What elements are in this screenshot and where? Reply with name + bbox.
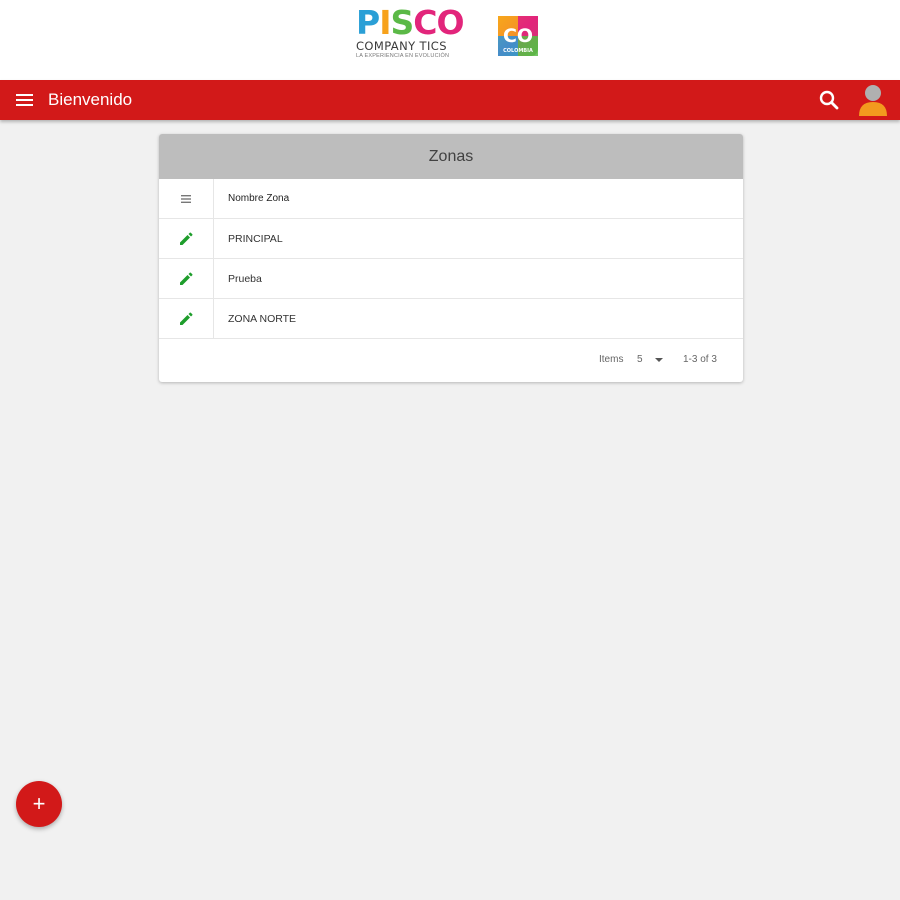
badge-caption: COLOMBIA xyxy=(503,48,533,54)
colombia-badge-logo: CO COLOMBIA xyxy=(498,16,538,56)
dropdown-arrow-icon xyxy=(655,358,663,362)
items-per-page-select[interactable]: 5 xyxy=(637,351,669,369)
edit-pencil-icon[interactable] xyxy=(176,269,196,289)
company-logo: P I S C O COMPANY TICS LA EXPERIENCIA EN… xyxy=(356,6,476,64)
table-paginator: Items 5 1-3 of 3 xyxy=(159,339,743,380)
pagination-range: 1-3 of 3 xyxy=(683,354,717,365)
app-toolbar: Bienvenido xyxy=(0,80,900,120)
search-icon[interactable] xyxy=(817,88,841,112)
menu-icon[interactable] xyxy=(14,89,36,111)
column-menu-cell xyxy=(159,179,214,219)
user-avatar-icon[interactable] xyxy=(857,82,889,116)
edit-pencil-icon[interactable] xyxy=(176,309,196,329)
logo-tagline: LA EXPERIENCIA EN EVOLUCIÓN xyxy=(356,53,450,59)
table-title: Zonas xyxy=(159,134,743,179)
zone-name-cell: Prueba xyxy=(228,273,262,285)
brand-header: P I S C O COMPANY TICS LA EXPERIENCIA EN… xyxy=(0,0,900,80)
edit-pencil-icon[interactable] xyxy=(176,229,196,249)
zone-name-cell: PRINCIPAL xyxy=(228,233,283,245)
table-header-row: Nombre Zona xyxy=(159,179,743,219)
items-per-page-value: 5 xyxy=(637,354,643,365)
list-icon xyxy=(181,195,191,203)
table-row: Prueba xyxy=(159,259,743,299)
badge-text: CO xyxy=(503,25,533,47)
add-zone-button[interactable]: + xyxy=(16,781,62,827)
table-row: PRINCIPAL xyxy=(159,219,743,259)
zones-table-card: Zonas Nombre Zona PRINCIPAL Prueba ZONA … xyxy=(159,134,743,382)
page-title: Bienvenido xyxy=(48,90,133,109)
items-per-page-label: Items xyxy=(599,354,624,365)
logo-wordmark: P I S C O xyxy=(356,3,465,42)
zone-name-cell: ZONA NORTE xyxy=(228,313,297,325)
column-header-nombre-zona: Nombre Zona xyxy=(228,193,290,204)
table-row: ZONA NORTE xyxy=(159,299,743,339)
